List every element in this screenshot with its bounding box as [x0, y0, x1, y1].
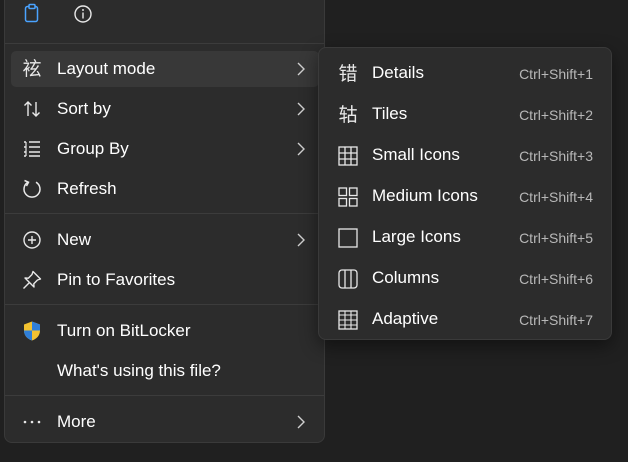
- menu-item-label: Refresh: [57, 179, 117, 198]
- menu-item-new[interactable]: New: [11, 222, 319, 258]
- shortcut-label: Ctrl+Shift+1: [519, 66, 593, 82]
- submenu-item-tiles[interactable]: 轱 Tiles Ctrl+Shift+2: [323, 95, 607, 133]
- group-by-icon: [21, 139, 43, 159]
- shortcut-label: Ctrl+Shift+6: [519, 271, 593, 287]
- more-icon: [21, 412, 43, 432]
- clipboard-icon[interactable]: [21, 3, 43, 25]
- menu-item-pin-to-favorites[interactable]: Pin to Favorites: [11, 262, 319, 298]
- chevron-right-icon: [297, 415, 305, 429]
- menu-item-turn-on-bitlocker[interactable]: Turn on BitLocker: [11, 313, 319, 349]
- submenu-item-adaptive[interactable]: Adaptive Ctrl+Shift+7: [323, 300, 607, 338]
- menu-separator: [5, 43, 324, 44]
- menu-item-label: Sort by: [57, 99, 111, 118]
- columns-icon: [337, 268, 359, 290]
- menu-item-layout-mode[interactable]: 袨 Layout mode: [11, 51, 319, 87]
- refresh-icon: [21, 179, 43, 199]
- shortcut-label: Ctrl+Shift+5: [519, 230, 593, 246]
- menu-item-sort-by[interactable]: Sort by: [11, 91, 319, 127]
- shortcut-label: Ctrl+Shift+4: [519, 189, 593, 205]
- chevron-right-icon: [297, 62, 305, 76]
- details-icon: 错: [338, 63, 358, 85]
- new-icon: [21, 230, 43, 250]
- submenu-item-label: Small Icons: [372, 145, 460, 164]
- menu-item-label: New: [57, 230, 92, 249]
- tiles-icon: 轱: [338, 104, 358, 126]
- menu-item-label: What's using this file?: [57, 361, 221, 380]
- menu-separator: [5, 213, 324, 214]
- menu-item-more[interactable]: More: [11, 404, 319, 440]
- menu-item-label: More: [57, 412, 96, 431]
- large-icons-icon: [337, 227, 359, 249]
- small-icons-icon: [337, 145, 359, 167]
- chevron-right-icon: [297, 102, 305, 116]
- submenu-item-label: Details: [372, 63, 424, 82]
- pin-icon: [21, 270, 43, 290]
- layout-mode-submenu: 错 Details Ctrl+Shift+1 轱 Tiles Ctrl+Shif…: [318, 47, 612, 340]
- menu-item-label: Pin to Favorites: [57, 270, 176, 289]
- menu-item-label: Group By: [57, 139, 129, 158]
- submenu-item-label: Columns: [372, 268, 440, 287]
- submenu-item-large-icons[interactable]: Large Icons Ctrl+Shift+5: [323, 218, 607, 256]
- adaptive-icon: [337, 309, 359, 331]
- submenu-item-label: Large Icons: [372, 227, 461, 246]
- context-menu: 袨 Layout mode Sort by Group By Refresh N…: [4, 0, 325, 443]
- submenu-item-medium-icons[interactable]: Medium Icons Ctrl+Shift+4: [323, 177, 607, 215]
- shortcut-label: Ctrl+Shift+3: [519, 148, 593, 164]
- menu-item-label: Layout mode: [57, 59, 156, 78]
- shortcut-label: Ctrl+Shift+7: [519, 312, 593, 328]
- menu-item-label: Turn on BitLocker: [57, 321, 191, 340]
- menu-item-refresh[interactable]: Refresh: [11, 171, 319, 207]
- submenu-item-columns[interactable]: Columns Ctrl+Shift+6: [323, 259, 607, 297]
- submenu-item-label: Tiles: [372, 104, 408, 123]
- menu-item-group-by[interactable]: Group By: [11, 131, 319, 167]
- screen: 袨 Layout mode Sort by Group By Refresh N…: [0, 0, 628, 462]
- medium-icons-icon: [337, 186, 359, 208]
- submenu-item-details[interactable]: 错 Details Ctrl+Shift+1: [323, 54, 607, 92]
- chevron-right-icon: [297, 142, 305, 156]
- menu-separator: [5, 395, 324, 396]
- menu-item-whats-using-this-file[interactable]: What's using this file?: [11, 353, 319, 389]
- layout-mode-icon: 袨: [22, 58, 42, 80]
- chevron-right-icon: [297, 233, 305, 247]
- info-icon[interactable]: [72, 3, 94, 25]
- menu-separator: [5, 304, 324, 305]
- submenu-item-small-icons[interactable]: Small Icons Ctrl+Shift+3: [323, 136, 607, 174]
- menu-toolbar: [5, 0, 324, 43]
- shield-icon: [21, 321, 43, 341]
- submenu-item-label: Adaptive: [372, 309, 439, 328]
- shortcut-label: Ctrl+Shift+2: [519, 107, 593, 123]
- submenu-item-label: Medium Icons: [372, 186, 478, 205]
- sort-icon: [21, 99, 43, 119]
